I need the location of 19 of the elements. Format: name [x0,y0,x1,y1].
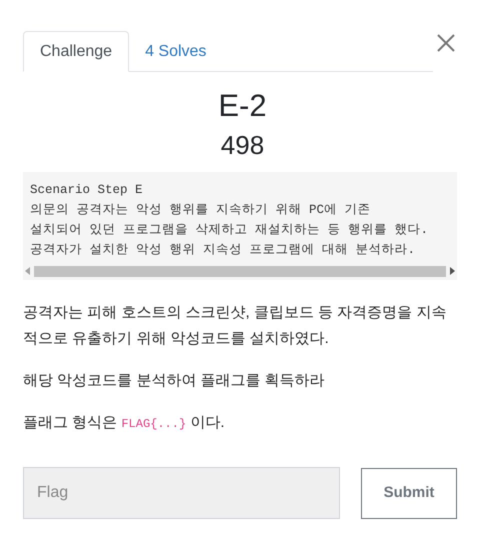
scenario-line: 설치되어 있던 프로그램을 삭제하고 재설치하는 등 행위를 했다. [30,222,428,239]
challenge-title: E-2 [218,87,267,125]
scroll-right-icon [449,267,455,275]
description-text: 해당 악성코드를 분석하여 플래그를 획득하라 [23,371,326,391]
challenge-points: 498 [220,129,264,162]
scrollbar-thumb[interactable] [34,266,446,276]
scroll-left-icon [25,267,31,275]
scenario-line: 의문의 공격자는 악성 행위를 지속하기 위해 PC에 기존 [30,202,371,219]
scenario-line: 공격자가 설치한 악성 행위 지속성 프로그램에 대해 분석하라. [30,242,416,259]
close-button[interactable] [435,32,457,54]
close-icon [437,34,455,52]
submit-button[interactable]: Submit [361,468,457,518]
scenario-line: Scenario Step E [30,182,143,199]
tab[interactable]: 4 Solves [129,31,222,72]
flag-input-field[interactable]: Flag [23,467,340,519]
tab[interactable]: Challenge [23,31,130,72]
horizontal-scrollbar[interactable] [25,264,455,278]
description-text: 공격자는 피해 호스트의 스크린샷, 클립보드 등 자격증명을 지속적으로 유출하기 위해 악성코드를 설치하였다. [23,303,448,349]
flag-format-text: 플래그 형식은 FLAG{...} 이다. [23,413,226,433]
